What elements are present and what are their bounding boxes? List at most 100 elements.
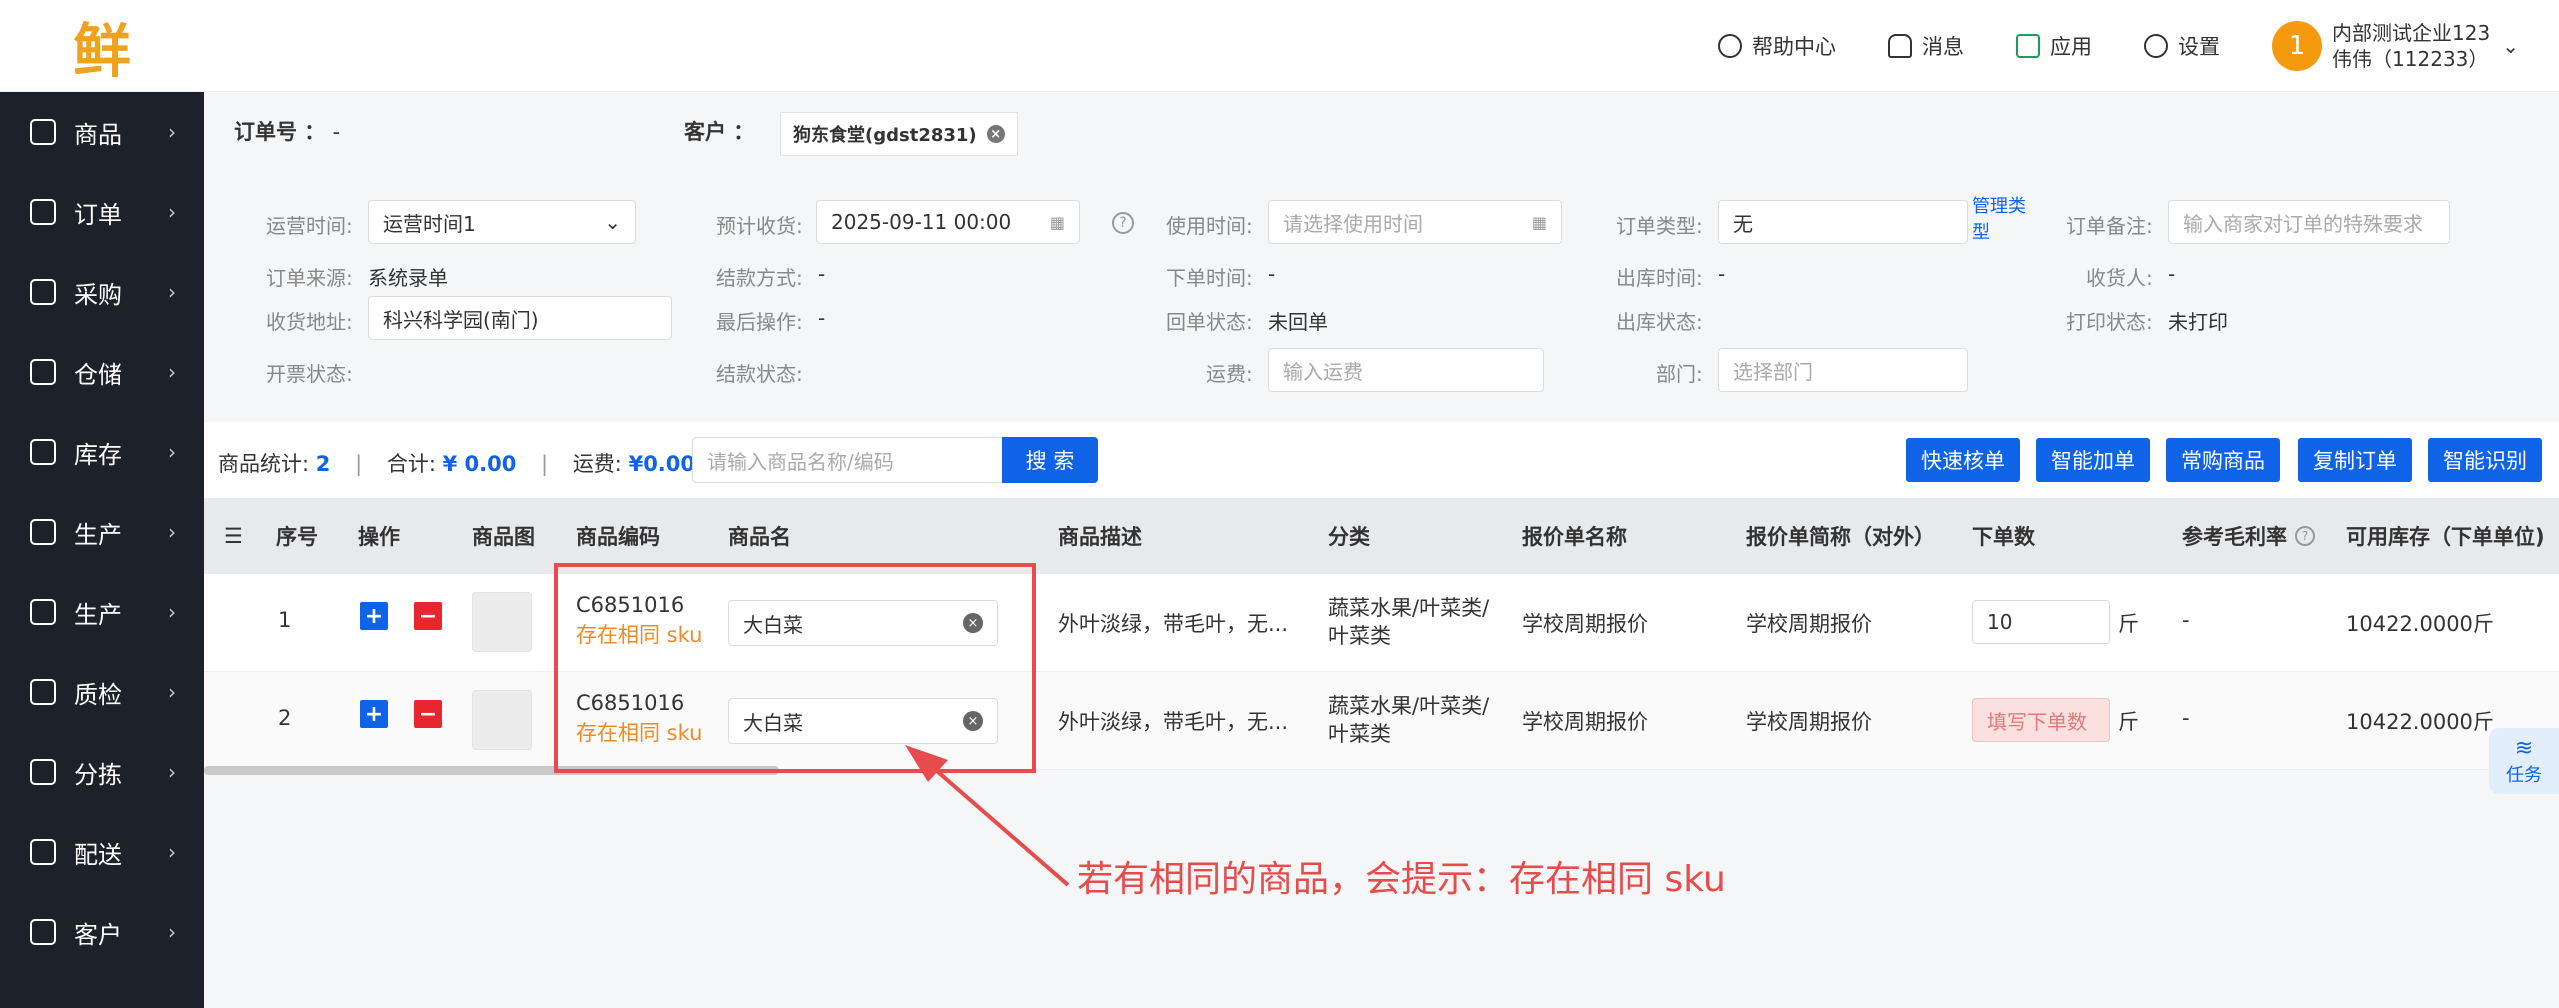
quote-name: 学校周期报价 — [1522, 710, 1648, 734]
nav-item-sorting[interactable]: 分拣 › — [0, 732, 204, 812]
order-icon — [30, 199, 56, 225]
category-leaf: 叶菜类 — [1328, 624, 1391, 648]
last-op-label: 最后操作: — [716, 310, 803, 334]
question-icon — [1718, 33, 1743, 58]
customer-label: 客户 ： — [684, 120, 755, 144]
category-path: 蔬菜水果/叶菜类/ — [1328, 596, 1490, 620]
chart-icon — [30, 599, 56, 625]
column-settings-icon[interactable]: ☰ — [224, 498, 243, 574]
nav-item-customers[interactable]: 客户 › — [0, 892, 204, 972]
help-circle-icon[interactable]: ? — [2295, 526, 2315, 546]
payment-status-label: 结款状态: — [716, 362, 803, 386]
outbound-time-value: - — [1718, 262, 1726, 286]
search-button[interactable]: 搜 索 — [1002, 437, 1098, 483]
help-center-link[interactable]: 帮助中心 — [1718, 31, 1836, 61]
smart-add-button[interactable]: 智能加单 — [2036, 438, 2150, 482]
chevron-right-icon: › — [168, 600, 176, 624]
copy-order-button[interactable]: 复制订单 — [2298, 438, 2412, 482]
user-menu[interactable]: 1 内部测试企业123 伟伟（112233） ⌄ — [2272, 20, 2519, 72]
freight-input[interactable]: 输入运费 — [1268, 348, 1544, 392]
add-row-button[interactable]: + — [360, 700, 388, 728]
nav-item-production-2[interactable]: 生产 › — [0, 572, 204, 652]
add-row-button[interactable]: + — [360, 602, 388, 630]
address-label: 收货地址: — [266, 310, 353, 334]
settings-link[interactable]: 设置 — [2144, 31, 2220, 61]
sorting-icon — [30, 759, 56, 785]
product-image-placeholder — [472, 690, 532, 750]
chevron-right-icon: › — [168, 440, 176, 464]
nav-item-quality[interactable]: 质检 › — [0, 652, 204, 732]
col-stock: 可用库存（下单单位) — [2346, 525, 2545, 549]
receiver-value: - — [2168, 262, 2176, 286]
category-path: 蔬菜水果/叶菜类/ — [1328, 694, 1490, 718]
apps-link[interactable]: 应用 — [2016, 31, 2092, 61]
warehouse-icon — [30, 359, 56, 385]
user-icon — [30, 919, 56, 945]
qty-input[interactable]: 填写下单数 — [1972, 698, 2110, 742]
remove-row-button[interactable]: − — [414, 700, 442, 728]
nav-item-stock[interactable]: 库存 › — [0, 412, 204, 492]
address-select[interactable]: 科兴科学园(南门) — [368, 296, 672, 340]
col-image: 商品图 — [472, 525, 535, 549]
run-time-select[interactable]: 运营时间1 ⌄ — [368, 200, 636, 244]
chevron-down-icon: ⌄ — [2502, 33, 2519, 58]
receive-time-picker[interactable]: 2025-09-11 00:00 ▦ — [816, 200, 1080, 244]
gear-icon — [2144, 33, 2169, 58]
col-desc: 商品描述 — [1058, 525, 1142, 549]
bell-icon — [1888, 33, 1913, 58]
nav-item-production[interactable]: 生产 › — [0, 492, 204, 572]
use-time-picker[interactable]: 请选择使用时间 ▦ — [1268, 200, 1562, 244]
col-margin: 参考毛利率? — [2182, 498, 2315, 574]
department-select[interactable]: 选择部门 — [1718, 348, 1968, 392]
quick-check-button[interactable]: 快速核单 — [1906, 438, 2020, 482]
department-label: 部门: — [1656, 362, 1703, 386]
avatar: 1 — [2272, 20, 2323, 71]
frequent-goods-button[interactable]: 常购商品 — [2166, 438, 2280, 482]
task-button[interactable]: ≋ 任务 — [2489, 728, 2559, 794]
messages-link[interactable]: 消息 — [1888, 31, 1964, 61]
help-circle-icon[interactable]: ? — [1112, 212, 1134, 234]
customer-tag[interactable]: 狗东食堂(gdst2831) × — [780, 112, 1018, 156]
goods-icon — [30, 119, 56, 145]
nav-item-orders[interactable]: 订单 › — [0, 172, 204, 252]
truck-icon — [30, 839, 56, 865]
logo: 鲜 — [0, 0, 204, 92]
nav-item-delivery[interactable]: 配送 › — [0, 812, 204, 892]
source-value: 系统录单 — [368, 266, 448, 290]
smart-recognize-button[interactable]: 智能识别 — [2428, 438, 2542, 482]
product-image-placeholder — [472, 592, 532, 652]
remark-input[interactable]: 输入商家对订单的特殊要求 — [2168, 200, 2450, 244]
product-desc: 外叶淡绿，带毛叶，无... — [1058, 612, 1289, 636]
receive-time-label: 预计收货: — [716, 214, 803, 238]
close-icon[interactable]: × — [986, 125, 1005, 143]
nav-item-goods[interactable]: 商品 › — [0, 92, 204, 172]
summary-bar: 商品统计: 2 | 合计: ¥ 0.00 | 运费: ¥0.00 — [218, 452, 696, 476]
quote-name: 学校周期报价 — [1522, 612, 1648, 636]
manage-type-link[interactable]: 管理类型 — [1972, 194, 2030, 246]
chevron-right-icon: › — [168, 360, 176, 384]
shield-icon — [30, 679, 56, 705]
nav-item-purchase[interactable]: 采购 › — [0, 252, 204, 332]
qty-input[interactable]: 10 — [1972, 600, 2110, 644]
remark-label: 订单备注: — [2066, 214, 2153, 238]
order-no-label: 订单号 ： - — [234, 120, 341, 144]
order-time-label: 下单时间: — [1166, 266, 1253, 290]
receipt-status-label: 回单状态: — [1166, 310, 1253, 334]
highlight-box — [554, 563, 1036, 773]
chevron-right-icon: › — [168, 920, 176, 944]
remove-row-button[interactable]: − — [414, 602, 442, 630]
source-label: 订单来源: — [266, 266, 353, 290]
row-index: 2 — [278, 706, 292, 730]
order-type-select[interactable]: 无 — [1718, 200, 1968, 244]
nav-item-warehouse[interactable]: 仓储 › — [0, 332, 204, 412]
col-quote-short: 报价单简称（对外） — [1746, 525, 1935, 549]
product-search-input[interactable]: 请输入商品名称/编码 — [692, 437, 1006, 483]
layers-icon: ≋ — [2514, 735, 2534, 761]
top-header: 帮助中心 消息 应用 设置 1 内部测试企业123 伟伟（112233） ⌄ — [204, 0, 2559, 92]
chevron-right-icon: › — [168, 840, 176, 864]
stock-value: 10422.0000斤 — [2346, 612, 2494, 636]
chevron-right-icon: › — [168, 280, 176, 304]
invoice-status-label: 开票状态: — [266, 362, 353, 386]
last-op-value: - — [818, 306, 826, 330]
quote-short-name: 学校周期报价 — [1746, 710, 1872, 734]
